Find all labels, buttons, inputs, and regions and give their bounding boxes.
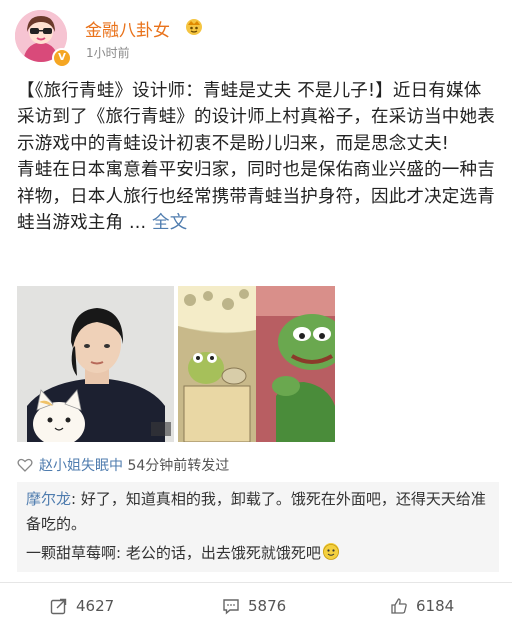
repost-info: 赵小姐失眠中 54分钟前转发过: [17, 455, 229, 475]
comment-text: : 老公的话，出去饿死就饿死吧: [116, 544, 321, 562]
divider: [0, 582, 512, 583]
commenter-name[interactable]: 一颗甜草莓啊: [26, 544, 116, 562]
comment-icon: [223, 599, 239, 615]
repost-icon: [50, 598, 67, 615]
smile-emoji-icon: [322, 543, 339, 560]
comment-text: : 好了，知道真相的我，卸载了。饿死在外面吧，还得天天给准备吃的。: [26, 490, 486, 533]
post-text: 【《旅行青蛙》设计师：青蛙是丈夫 不是儿子!】近日有媒体采访到了《旅行青蛙》的设…: [17, 78, 499, 236]
post-image-interview[interactable]: [17, 286, 174, 442]
author-name[interactable]: 金融八卦女: [85, 16, 170, 41]
comment-button[interactable]: 5876: [222, 596, 286, 616]
comment-count: 5876: [248, 597, 287, 615]
post-time: 1小时前: [86, 46, 130, 60]
expand-link[interactable]: 全文: [152, 213, 187, 233]
post-image-pepe[interactable]: [256, 286, 335, 442]
repost-count: 4627: [76, 597, 115, 615]
like-button[interactable]: 6184: [390, 596, 454, 616]
like-count: 6184: [416, 597, 455, 615]
post-paragraph-text: 青蛙在日本寓意着平安归家，同时也是保佑商业兴盛的一种吉祥物，日本人旅行也经常携带…: [17, 160, 495, 234]
post-paragraph: 青蛙在日本寓意着平安归家，同时也是保佑商业兴盛的一种吉祥物，日本人旅行也经常携带…: [17, 157, 499, 236]
thumbs-up-icon: [391, 598, 407, 614]
commenter-name[interactable]: 摩尔龙: [26, 490, 71, 508]
repost-meta: 54分钟前转发过: [127, 458, 230, 474]
repost-button[interactable]: 4627: [50, 596, 114, 616]
comment-item[interactable]: 摩尔龙: 好了，知道真相的我，卸载了。饿死在外面吧，还得天天给准备吃的。: [26, 487, 496, 537]
comment-item[interactable]: 一颗甜草莓啊: 老公的话，出去饿死就饿死吧: [26, 541, 496, 566]
vip-crown-icon: [186, 19, 202, 35]
reposter-name[interactable]: 赵小姐失眠中: [39, 458, 123, 474]
post-paragraph: 【《旅行青蛙》设计师：青蛙是丈夫 不是儿子!】近日有媒体采访到了《旅行青蛙》的设…: [17, 81, 495, 154]
verified-badge-icon: V: [52, 48, 72, 68]
heart-icon: [17, 458, 33, 472]
